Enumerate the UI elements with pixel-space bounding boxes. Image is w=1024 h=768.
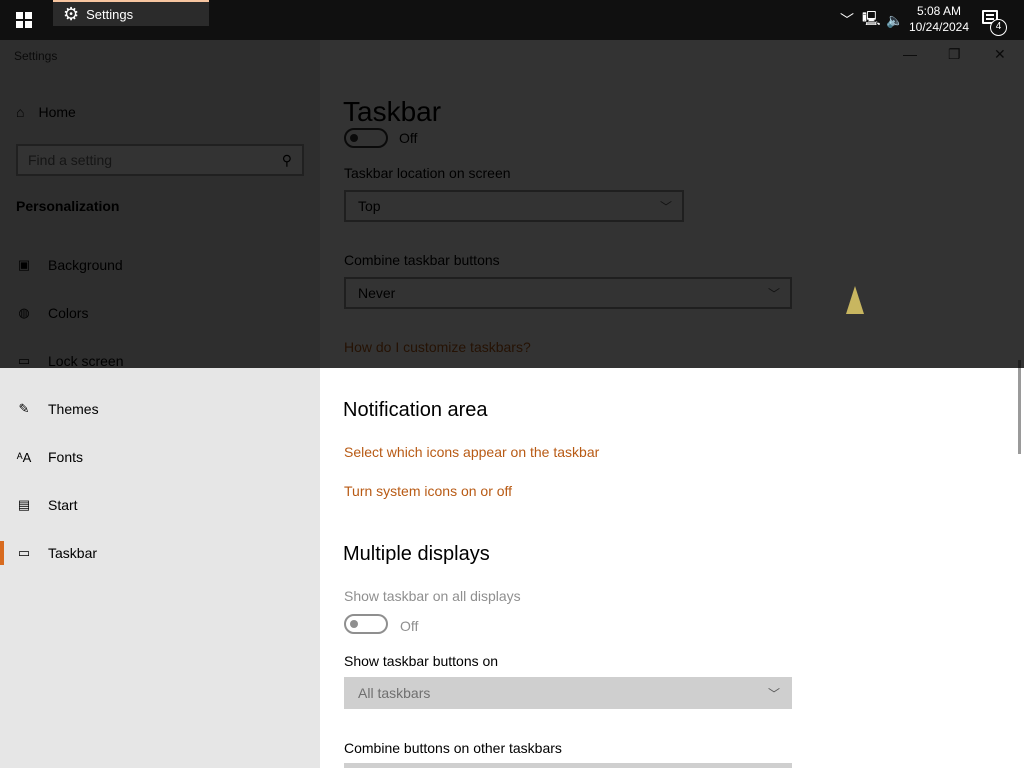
show-all-displays-label: Show taskbar on all displays [344,588,521,604]
maximize-button[interactable]: ❐ [948,46,961,63]
close-button[interactable]: ✕ [994,46,1006,63]
start-button[interactable] [0,0,48,40]
nav-home-label: Home [38,104,76,120]
taskbar-app-settings[interactable]: ⚙ Settings [53,0,209,26]
system-tray: ﹀ 🖳 🔈 [838,0,904,40]
notification-area-title: Notification area [343,399,488,421]
fonts-icon: ᴬA [16,449,32,465]
sidebar-item-label: Fonts [48,449,84,465]
chevron-up-icon[interactable]: ﹀ [838,10,856,30]
multiple-displays-title: Multiple displays [343,543,490,565]
scrollbar[interactable] [1018,360,1021,454]
background-icon: ▣ [17,257,31,272]
sidebar-item-themes[interactable]: ✎ Themes [16,397,316,421]
combine-label: Combine taskbar buttons [344,252,500,268]
chevron-down-icon: ﹀ [767,286,780,301]
chevron-down-icon: ﹀ [767,686,780,701]
taskbar-app-label: Settings [86,6,134,22]
top-toggle[interactable] [344,128,388,148]
sidebar-item-colors[interactable]: ◍ Colors [16,301,316,325]
search-icon[interactable]: ⚲ [282,152,292,169]
sidebar-item-fonts[interactable]: ᴬA Fonts [16,445,316,469]
sidebar-item-background[interactable]: ▣ Background [16,253,316,277]
location-dropdown[interactable]: Top ﹀ [344,190,684,222]
sidebar-item-label: Background [48,257,123,273]
sidebar-item-taskbar[interactable]: ▭ Taskbar [16,541,316,565]
top-toggle-state: Off [399,130,418,146]
home-icon: ⌂ [16,104,25,120]
window-title: Settings [14,49,58,63]
sidebar-item-label: Start [48,497,78,513]
page-title: Taskbar [343,96,442,127]
network-icon[interactable]: 🖳 [862,8,881,32]
action-center-button[interactable]: 4 [980,8,1008,36]
search-box[interactable]: ⚲ [16,144,304,176]
combine-dropdown[interactable]: Never ﹀ [344,277,792,309]
show-all-displays-toggle[interactable] [344,614,388,634]
sidebar-item-start[interactable]: ▤ Start [16,493,316,517]
taskbar-icon: ▭ [17,545,31,560]
combine-other-dropdown[interactable] [344,763,792,768]
windows-taskbar: ⚙ Settings ﹀ 🖳 🔈 5:08 AM 10/24/2024 4 [0,0,1024,40]
sidebar-item-label: Taskbar [48,545,98,561]
location-value: Top [358,198,381,214]
show-buttons-value: All taskbars [358,685,431,701]
clock-time: 5:08 AM [916,4,962,18]
gear-icon: ⚙ [63,4,80,24]
combine-value: Never [358,285,396,301]
volume-icon[interactable]: 🔈 [886,12,904,29]
start-icon: ▤ [17,497,31,512]
clock-date: 10/24/2024 [908,20,970,34]
customize-taskbars-link[interactable]: How do I customize taskbars? [344,339,531,355]
notification-badge: 4 [990,19,1007,36]
show-buttons-dropdown[interactable]: All taskbars ﹀ [344,677,792,709]
clock[interactable]: 5:08 AM 10/24/2024 [906,3,972,35]
palette-icon: ◍ [18,305,30,320]
sidebar-item-label: Lock screen [48,353,124,369]
section-label: Personalization [16,198,120,214]
mouse-cursor [846,286,864,314]
sidebar-item-label: Colors [48,305,89,321]
active-indicator [0,541,4,565]
lock-screen-icon: ▭ [17,353,31,368]
chevron-down-icon: ﹀ [659,199,672,214]
combine-other-label: Combine buttons on other taskbars [344,740,562,756]
windows-logo-icon [16,12,32,28]
minimize-button[interactable]: — [903,46,917,62]
sidebar-item-label: Themes [48,401,99,417]
themes-icon: ✎ [18,401,30,416]
show-buttons-label: Show taskbar buttons on [344,653,499,669]
show-all-displays-state: Off [400,618,419,634]
search-input[interactable] [28,152,258,168]
select-icons-link[interactable]: Select which icons appear on the taskbar [344,444,599,460]
location-label: Taskbar location on screen [344,165,511,181]
system-icons-link[interactable]: Turn system icons on or off [344,483,512,499]
sidebar-item-lock-screen[interactable]: ▭ Lock screen [16,349,316,373]
nav-home[interactable]: ⌂ Home [16,104,76,120]
